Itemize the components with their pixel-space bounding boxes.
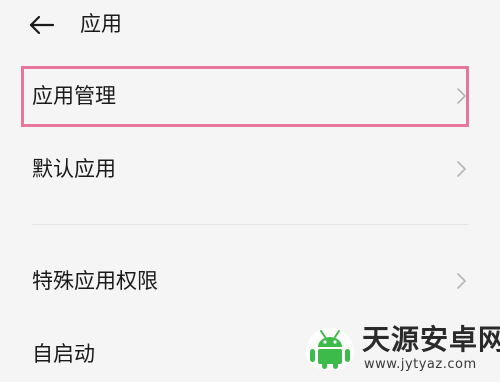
list-item-label: 应用管理	[32, 84, 116, 108]
list-item-default-apps[interactable]: 默认应用	[0, 141, 500, 197]
back-button[interactable]	[28, 12, 56, 40]
watermark: 天源安卓网 www.jytyaz.com	[300, 322, 500, 375]
top-bar: 应用	[0, 0, 500, 52]
page-title: 应用	[80, 12, 122, 36]
list-item-label: 自启动	[32, 342, 95, 366]
android-logo-icon	[306, 328, 354, 370]
list-item-app-management[interactable]: 应用管理	[0, 68, 500, 124]
section-divider	[32, 224, 468, 225]
list-item-label: 特殊应用权限	[32, 269, 158, 293]
chevron-right-icon	[457, 273, 466, 289]
watermark-url: www.jytyaz.com	[364, 357, 477, 372]
watermark-site-name: 天源安卓网	[362, 323, 500, 356]
list-item-special-app-permissions[interactable]: 特殊应用权限	[0, 253, 500, 309]
chevron-right-icon	[457, 161, 466, 177]
arrow-left-icon	[29, 15, 55, 35]
list-item-label: 默认应用	[32, 157, 116, 181]
chevron-right-icon	[457, 88, 466, 104]
